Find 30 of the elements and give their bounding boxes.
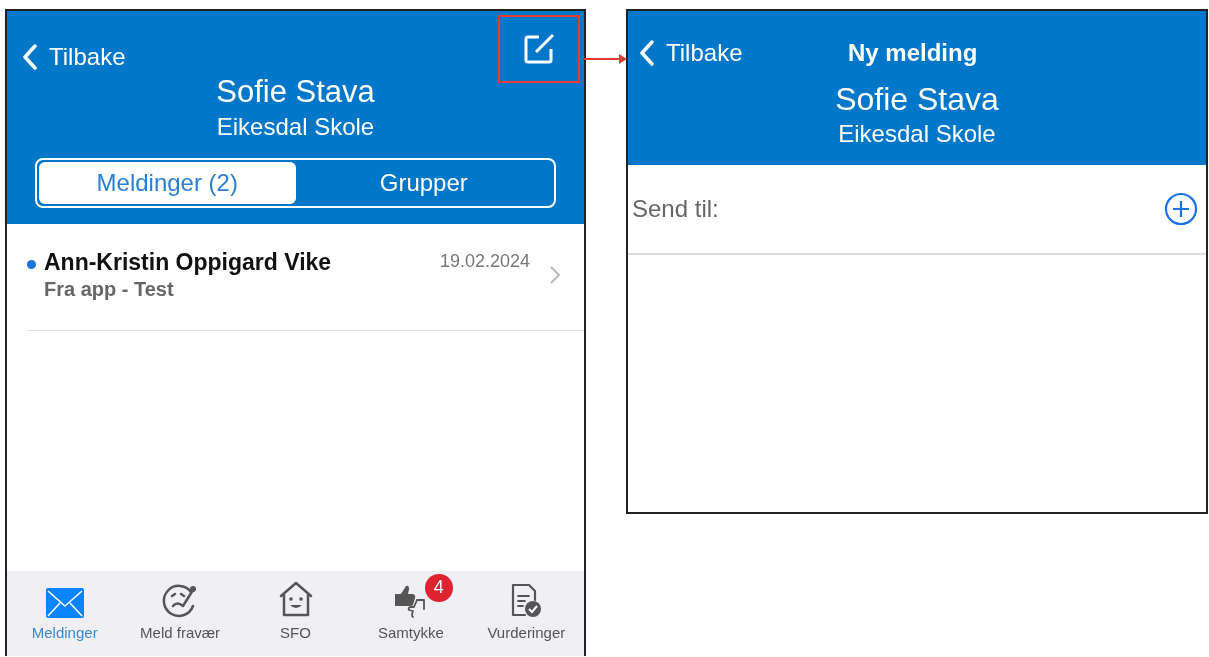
- chevron-left-icon: [23, 44, 37, 70]
- screen-title: Ny melding: [848, 38, 978, 68]
- notification-badge: 4: [424, 573, 453, 602]
- recipient-label: Send til:: [632, 194, 719, 224]
- house-smile-icon: [277, 579, 314, 618]
- back-button[interactable]: Tilbake: [23, 39, 126, 75]
- message-row[interactable]: Ann-Kristin Oppigard Vike Fra app - Test 19.02.2024: [27, 223, 584, 331]
- segment-tab[interactable]: Meldinger (2): [39, 161, 296, 204]
- tab-bar-item[interactable]: SFO: [237, 571, 354, 644]
- chevron-right-icon: [550, 265, 560, 284]
- add-recipient-button[interactable]: [1164, 192, 1198, 226]
- compose-button[interactable]: [498, 15, 580, 83]
- envelope-icon: [45, 587, 84, 618]
- message-date: 19.02.2024: [439, 249, 530, 273]
- student-name: Sofie Stava: [834, 80, 1000, 119]
- tab-bar-item[interactable]: Vurderinger: [468, 573, 585, 644]
- chevron-left-icon: [640, 40, 654, 66]
- tab-bar-item[interactable]: Samtykke 4: [353, 573, 469, 644]
- tab-bar-item[interactable]: Meld fravær: [122, 573, 238, 644]
- compose-icon: [522, 32, 556, 66]
- school-name: Eikesdal Skole: [215, 111, 376, 142]
- back-button[interactable]: Tilbake: [640, 35, 743, 71]
- document-check-icon: [509, 581, 544, 618]
- plus-circle-icon: [1164, 192, 1198, 226]
- student-name: Sofie Stava: [215, 73, 376, 111]
- segment-tab[interactable]: Grupper: [295, 161, 552, 204]
- message-subject: Fra app - Test: [44, 276, 175, 302]
- arrow-connector: [583, 53, 627, 65]
- sender-name: Ann-Kristin Oppigard Vike: [44, 247, 333, 277]
- school-name: Eikesdal Skole: [837, 119, 997, 149]
